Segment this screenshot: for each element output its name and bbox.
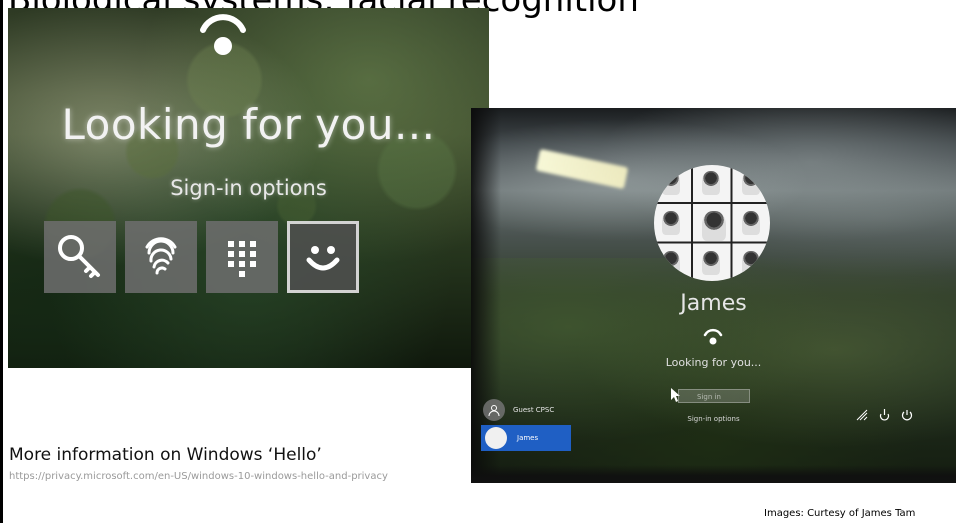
user-avatar [654, 165, 770, 281]
pin-option-button[interactable] [206, 221, 278, 293]
pin-input[interactable]: Sign in [678, 389, 750, 403]
left-sign-in-photo: Looking for you... Sign-in options [8, 8, 489, 368]
user-switch-james[interactable]: James [481, 425, 571, 451]
user-label: Guest CPSC [513, 406, 555, 414]
looking-for-you-status: Looking for you... [61, 100, 436, 149]
user-label: James [517, 434, 539, 442]
pin-keypad-icon [228, 241, 256, 277]
fingerprint-icon [145, 237, 177, 275]
face-option-button[interactable] [287, 221, 359, 293]
fingerprint-option-button[interactable] [125, 221, 197, 293]
more-information-heading: More information on Windows ‘Hello’ [9, 445, 322, 465]
accessibility-icon[interactable] [878, 408, 891, 426]
sign-in-option-tiles [44, 221, 359, 293]
network-icon[interactable] [856, 408, 868, 426]
looking-for-you-status: Looking for you... [665, 356, 762, 369]
right-lock-screen-photo: James Looking for you... Sign in Sign-in… [471, 108, 956, 483]
sign-in-options-label[interactable]: Sign-in options [8, 176, 489, 200]
user-name: James [680, 291, 747, 316]
key-icon [58, 235, 100, 278]
user-switch-guest[interactable]: Guest CPSC [483, 399, 554, 421]
face-scan-icon [200, 14, 246, 55]
image-credit: Images: Curtesy of James Tam [764, 508, 916, 519]
system-tray [856, 408, 913, 426]
power-icon[interactable] [901, 408, 913, 426]
smiley-face-icon [306, 246, 340, 271]
privacy-link[interactable]: https://privacy.microsoft.com/en-US/wind… [9, 470, 469, 483]
person-icon [483, 399, 505, 421]
key-option-button[interactable] [44, 221, 116, 293]
avatar [485, 427, 507, 449]
laptop-keyboard-edge [471, 465, 956, 483]
slide-left-border [0, 0, 3, 523]
face-scan-icon [703, 328, 723, 345]
